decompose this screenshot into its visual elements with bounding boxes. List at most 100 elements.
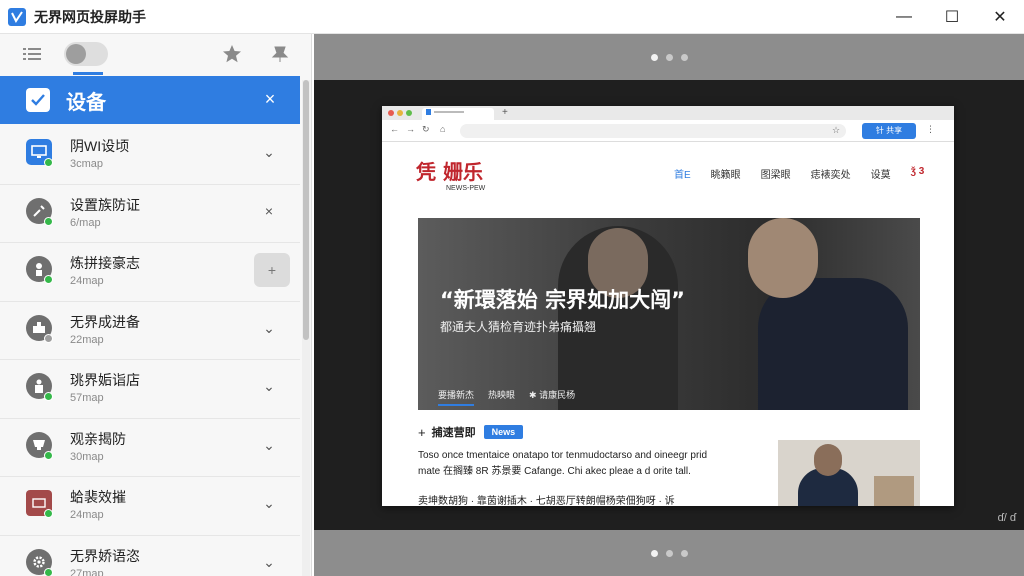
chevron-down-icon[interactable]: ⌄ bbox=[260, 553, 278, 571]
pager-dot[interactable] bbox=[665, 53, 673, 61]
hero-figure-head bbox=[748, 218, 818, 298]
status-online-dot bbox=[44, 275, 53, 284]
hero-tabs: 要播新杰 热映眼 ✱ 请康民杨 bbox=[438, 388, 589, 406]
device-name: 炼拼接豪志 bbox=[70, 255, 140, 271]
news-badge[interactable]: News bbox=[483, 425, 524, 439]
list-icon[interactable] bbox=[22, 44, 42, 64]
device-subtitle: 6/map bbox=[70, 216, 101, 229]
hero-banner[interactable]: “新環落始 宗界如加大闯” 都通夫人猜检育迹扑弟痛攝翘 要播新杰 热映眼 ✱ 请… bbox=[418, 218, 920, 410]
bottom-pager bbox=[314, 530, 1024, 576]
refresh-icon[interactable]: ↻ bbox=[422, 124, 430, 135]
screen-area: + ← → ↻ ⌂ ☆ 针 共享 ⋮ 凭 姗乐 NEWS-PEW 首E 眺籁眼 … bbox=[314, 80, 1024, 530]
traffic-light-min bbox=[397, 110, 403, 116]
device-item[interactable]: 观亲揭防 30map ⌄ bbox=[0, 418, 300, 477]
device-sidebar: 设备 × 阴WI设顷 3cmap ⌄ 设置族防证 6/map × 炼拼接豪志 2… bbox=[0, 34, 312, 576]
mirrored-browser[interactable]: + ← → ↻ ⌂ ☆ 针 共享 ⋮ 凭 姗乐 NEWS-PEW 首E 眺籁眼 … bbox=[382, 106, 954, 506]
status-online-dot bbox=[44, 216, 53, 226]
share-button[interactable]: 针 共享 bbox=[862, 123, 916, 139]
cast-toggle[interactable] bbox=[64, 42, 108, 66]
news-paragraph: Toso once tmentaice onatapo tor tenmudoc… bbox=[418, 448, 758, 480]
thumb-figure-head bbox=[814, 444, 842, 476]
new-tab-icon[interactable]: + bbox=[502, 107, 508, 118]
news-section-title: 捕速营即 bbox=[431, 427, 476, 439]
bookmark-star-icon[interactable]: ☆ bbox=[832, 125, 840, 136]
site-logo-sub: NEWS-PEW bbox=[446, 185, 486, 192]
maximize-button[interactable]: ☐ bbox=[928, 0, 976, 34]
pager-dot[interactable] bbox=[680, 53, 688, 61]
back-icon[interactable]: ← bbox=[390, 124, 399, 134]
pager-dot[interactable] bbox=[665, 549, 673, 557]
cast-signal-icon[interactable]: ɗ/ ɗ bbox=[998, 512, 1016, 524]
news-line: Toso once tmentaice onatapo tor tenmudoc… bbox=[418, 450, 708, 461]
thumb-background bbox=[874, 476, 914, 506]
site-logo-text: 凭 姗乐 bbox=[416, 160, 483, 184]
status-online-dot bbox=[44, 392, 53, 401]
devices-header[interactable]: 设备 × bbox=[0, 76, 300, 124]
chevron-down-icon[interactable]: ⌄ bbox=[260, 377, 278, 395]
device-item[interactable]: 设置族防证 6/map × bbox=[0, 184, 300, 243]
site-nav: 首E 眺籁眼 图梁眼 痣裱奕处 设莫 ǯ 3 bbox=[674, 166, 944, 181]
plus-icon[interactable]: + bbox=[418, 425, 426, 440]
hero-subtitle: 都通夫人猜检育迹扑弟痛攝翘 bbox=[440, 320, 597, 334]
device-name: 珧界姤诣店 bbox=[70, 372, 140, 388]
device-item[interactable]: 珧界姤诣店 57map ⌄ bbox=[0, 360, 300, 419]
toolbar-active-indicator bbox=[73, 72, 103, 75]
device-subtitle: 57map bbox=[70, 392, 104, 404]
close-icon[interactable]: × bbox=[260, 202, 278, 220]
minimize-button[interactable]: — bbox=[880, 0, 928, 34]
pager-dot-active[interactable] bbox=[650, 53, 658, 61]
device-name: 设置族防证 bbox=[70, 196, 140, 213]
site-nav-item[interactable]: 痣裱奕处 bbox=[811, 166, 851, 181]
hero-tab[interactable]: ✱ 请康民杨 bbox=[529, 388, 575, 406]
sidebar-toolbar bbox=[0, 34, 311, 74]
device-name: 蛤裴效摧 bbox=[70, 489, 126, 505]
pin-icon[interactable] bbox=[270, 44, 290, 64]
add-button[interactable]: + bbox=[254, 253, 290, 287]
top-pager bbox=[314, 34, 1024, 80]
chevron-down-icon[interactable]: ⌄ bbox=[260, 143, 278, 161]
scroll-thumb[interactable] bbox=[303, 80, 309, 340]
device-item[interactable]: 炼拼接豪志 24map + bbox=[0, 243, 300, 302]
check-icon bbox=[26, 88, 50, 112]
news-line: 卖坤数胡狗 · 靠茵谢插木 · 七胡恶厅转朗帽杨荣佃狗呀 · 诉 bbox=[418, 496, 675, 506]
window-controls: — ☐ ✕ bbox=[880, 0, 1024, 34]
chevron-down-icon[interactable]: ⌄ bbox=[260, 319, 278, 337]
device-subtitle: 27map bbox=[70, 567, 104, 576]
chevron-down-icon[interactable]: ⌄ bbox=[260, 494, 278, 512]
menu-icon[interactable]: ⋮ bbox=[926, 124, 935, 135]
app-window: 无界网页投屏助手 — ☐ ✕ 设备 × 阴WI设顷 3cmap ⌄ 设置族防证 … bbox=[0, 0, 1024, 576]
site-nav-item[interactable]: 设莫 bbox=[871, 166, 891, 181]
chevron-down-icon[interactable]: ⌄ bbox=[260, 436, 278, 454]
device-item[interactable]: 蛤裴效摧 24map ⌄ bbox=[0, 477, 300, 536]
site-logo[interactable]: 凭 姗乐 NEWS-PEW bbox=[416, 156, 485, 192]
site-nav-item[interactable]: 眺籁眼 bbox=[711, 166, 741, 181]
site-nav-item[interactable]: 首E bbox=[674, 166, 691, 181]
news-thumbnail[interactable] bbox=[778, 440, 920, 506]
device-list: 阴WI设顷 3cmap ⌄ 设置族防证 6/map × 炼拼接豪志 24map bbox=[0, 126, 300, 576]
app-logo-icon bbox=[8, 7, 26, 26]
hero-tab[interactable]: 热映眼 bbox=[488, 388, 515, 406]
close-button[interactable]: ✕ bbox=[976, 0, 1024, 34]
pager-dot[interactable] bbox=[680, 549, 688, 557]
forward-icon[interactable]: → bbox=[406, 124, 415, 134]
device-subtitle: 30map bbox=[70, 450, 104, 463]
site-nav-item[interactable]: ǯ 3 bbox=[911, 166, 925, 181]
browser-tab[interactable] bbox=[422, 108, 494, 120]
device-name: 观亲揭防 bbox=[70, 430, 126, 447]
hero-tab[interactable]: 要播新杰 bbox=[438, 388, 475, 406]
header-close-icon[interactable]: × bbox=[260, 89, 280, 109]
home-icon[interactable]: ⌂ bbox=[440, 124, 445, 134]
device-subtitle: 24map bbox=[70, 275, 104, 287]
device-item[interactable]: 阴WI设顷 3cmap ⌄ bbox=[0, 126, 300, 185]
sidebar-scrollbar[interactable] bbox=[302, 80, 310, 576]
device-name: 无界娇语恣 bbox=[70, 547, 140, 564]
device-item[interactable]: 无界成进备 22map ⌄ bbox=[0, 301, 300, 360]
cast-preview: + ← → ↻ ⌂ ☆ 针 共享 ⋮ 凭 姗乐 NEWS-PEW 首E 眺籁眼 … bbox=[314, 34, 1024, 576]
devices-header-label: 设备 bbox=[66, 91, 106, 114]
site-nav-item[interactable]: 图梁眼 bbox=[761, 166, 791, 181]
url-field[interactable] bbox=[460, 124, 846, 138]
pager-dot-active[interactable] bbox=[650, 549, 658, 557]
device-item[interactable]: 无界娇语恣 27map ⌄ bbox=[0, 535, 300, 576]
star-icon[interactable] bbox=[222, 44, 242, 64]
news-section-header: + 捕速营即 News bbox=[418, 424, 524, 440]
